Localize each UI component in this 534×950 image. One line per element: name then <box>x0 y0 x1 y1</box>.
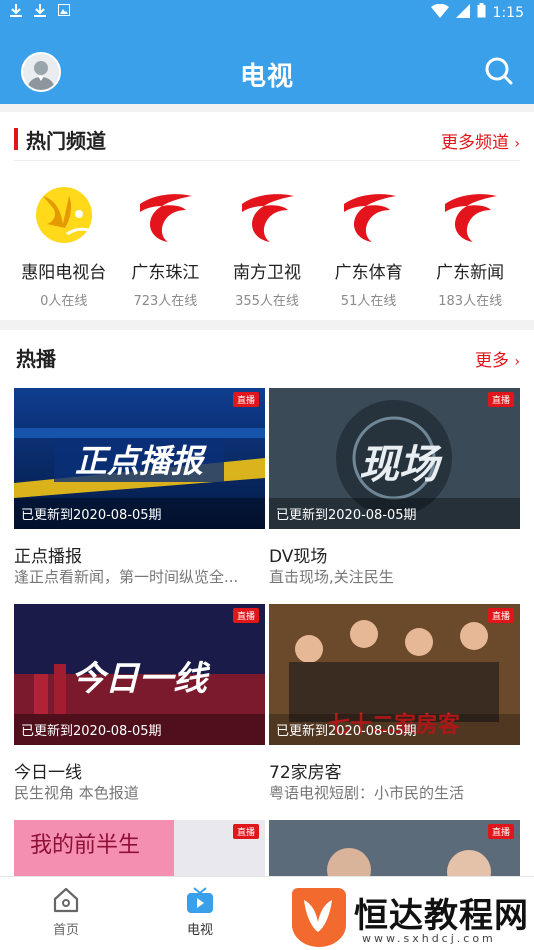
show-card[interactable]: 现场 直播 已更新到2020-08-05期 DV现场 直击现场,关注民生 <box>269 388 520 604</box>
channel-online-count: 355人在线 <box>235 294 299 309</box>
show-title: 72家房客 <box>269 763 342 783</box>
channel-name: 广东珠江 <box>131 263 200 283</box>
wifi-icon <box>430 3 449 22</box>
channel-list: 惠阳电视台 0人在线 广东珠江 723人在线 南方卫视 355人在线 广东体育 … <box>13 174 521 309</box>
download-icon <box>34 4 46 22</box>
show-thumbnail: 现场 直播 已更新到2020-08-05期 <box>269 388 520 529</box>
section-accent-bar <box>14 128 18 150</box>
show-card[interactable]: 今日一线 直播 已更新到2020-08-05期 今日一线 民生视角 本色报道 <box>14 604 265 820</box>
thumb-text: 正点播报 <box>75 442 207 480</box>
more-shows-link[interactable]: 更多 › <box>475 346 520 371</box>
show-desc: 民生视角 本色报道 <box>14 784 139 802</box>
show-thumbnail: 正点播报 直播 已更新到2020-08-05期 <box>14 388 265 529</box>
status-bar: 1:15 <box>0 0 534 24</box>
update-label: 已更新到2020-08-05期 <box>21 724 162 739</box>
tv-icon <box>187 887 213 913</box>
gdtv-logo <box>140 194 193 242</box>
nav-tv[interactable]: 电视 <box>160 885 240 938</box>
divider <box>14 160 520 161</box>
show-card[interactable]: 正点播报 直播 已更新到2020-08-05期 正点播报 逢正点看新闻，第一时间… <box>14 388 265 604</box>
update-label: 已更新到2020-08-05期 <box>21 508 162 523</box>
status-time: 1:15 <box>492 4 524 21</box>
download-icon <box>10 4 22 22</box>
live-badge: 直播 <box>232 608 259 623</box>
nav-home-label: 首页 <box>52 923 79 938</box>
app-header: 1:15 电视 <box>0 0 534 104</box>
watermark-text: 恒达教程网 <box>354 896 529 936</box>
show-thumbnail: 七十二家房客 直播 已更新到2020-08-05期 <box>269 604 520 745</box>
show-thumbnail: 我的前半生 直播 <box>14 820 265 880</box>
nav-tv-label: 电视 <box>186 923 213 938</box>
gdtv-logo <box>241 194 294 242</box>
home-icon <box>53 887 79 913</box>
thumb-text: 现场 <box>359 442 443 488</box>
section-header: 热播 更多 › <box>0 330 534 378</box>
gdtv-logo <box>343 194 396 242</box>
show-desc: 粤语电视短剧：小市民的生活 <box>269 784 465 802</box>
huiyang-logo <box>35 187 92 243</box>
channel-name: 惠阳电视台 <box>21 263 107 283</box>
channel-name: 广东体育 <box>334 263 403 283</box>
chevron-right-icon: › <box>514 354 520 370</box>
signal-icon <box>455 3 470 22</box>
more-channels-label: 更多频道 <box>440 133 509 153</box>
live-badge: 直播 <box>487 824 514 839</box>
channel-online-count: 183人在线 <box>438 294 503 309</box>
channel-online-count: 0人在线 <box>40 294 88 309</box>
update-label: 已更新到2020-08-05期 <box>276 724 417 739</box>
channel-item[interactable]: 南方卫视 355人在线 <box>216 174 318 309</box>
show-title: DV现场 <box>269 547 328 567</box>
chevron-right-icon: › <box>514 136 520 152</box>
show-card[interactable]: 直播 <box>269 820 520 880</box>
battery-icon <box>477 3 486 22</box>
image-icon <box>58 4 70 22</box>
hot-shows-section: 热播 更多 › 正点播报 直播 已更新到2020-08-05期 正点播报 逢正点… <box>0 330 534 880</box>
more-shows-label: 更多 <box>474 351 509 371</box>
live-badge: 直播 <box>487 392 514 407</box>
more-channels-link[interactable]: 更多频道 › <box>441 128 520 153</box>
update-label: 已更新到2020-08-05期 <box>276 508 417 523</box>
show-grid: 正点播报 直播 已更新到2020-08-05期 正点播报 逢正点看新闻，第一时间… <box>14 388 520 880</box>
page-title: 电视 <box>239 62 294 92</box>
thumb-text: 我的前半生 <box>30 833 140 858</box>
show-card[interactable]: 七十二家房客 直播 已更新到2020-08-05期 72家房客 粤语电视短剧：小… <box>269 604 520 820</box>
watermark-url: www.sxhdcj.com <box>362 932 496 945</box>
channel-online-count: 51人在线 <box>340 294 397 309</box>
nav-home[interactable]: 首页 <box>26 885 106 938</box>
channel-item[interactable]: 广东珠江 723人在线 <box>115 174 217 309</box>
section-header: 热门频道 更多频道 › <box>0 112 534 160</box>
section-title: 热播 <box>16 347 56 371</box>
show-card[interactable]: 我的前半生 直播 <box>14 820 265 880</box>
channel-item[interactable]: 广东体育 51人在线 <box>318 174 420 309</box>
channel-item[interactable]: 惠阳电视台 0人在线 <box>13 174 115 309</box>
show-title: 正点播报 <box>14 547 82 567</box>
live-badge: 直播 <box>232 824 259 839</box>
watermark: 恒达教程网 www.sxhdcj.com <box>284 884 534 950</box>
live-badge: 直播 <box>487 608 514 623</box>
show-title: 今日一线 <box>14 763 82 783</box>
thumb-text: 今日一线 <box>71 659 211 699</box>
gdtv-logo <box>445 194 498 242</box>
show-desc: 逢正点看新闻，第一时间纵览全... <box>14 568 239 586</box>
hot-channels-section: 热门频道 更多频道 › 惠阳电视台 0人在线 广东珠江 723人在线 南方卫视 … <box>0 112 534 320</box>
live-badge: 直播 <box>232 392 259 407</box>
channel-item[interactable]: 广东新闻 183人在线 <box>419 174 521 309</box>
search-icon[interactable] <box>484 56 514 86</box>
watermark-logo <box>292 888 346 947</box>
show-desc: 直击现场,关注民生 <box>269 568 394 586</box>
channel-online-count: 723人在线 <box>133 294 198 309</box>
channel-name: 广东新闻 <box>436 263 505 283</box>
show-thumbnail: 今日一线 直播 已更新到2020-08-05期 <box>14 604 265 745</box>
show-thumbnail: 直播 <box>269 820 520 880</box>
section-title: 热门频道 <box>26 129 106 153</box>
channel-name: 南方卫视 <box>232 263 301 283</box>
